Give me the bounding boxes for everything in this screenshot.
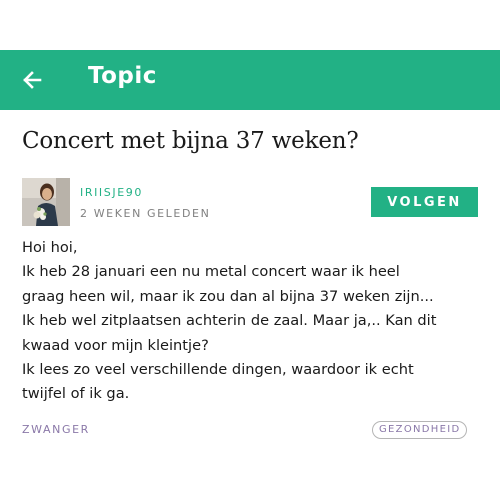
- category-link[interactable]: ZWANGER: [22, 423, 90, 436]
- topic-tag-badge[interactable]: GEZONDHEID: [372, 421, 468, 439]
- post-time: 2 WEKEN GELEDEN: [80, 207, 211, 220]
- app-header: Topic: [0, 50, 500, 110]
- post-line: Ik heb wel zitplaatsen achterin de zaal.…: [22, 312, 437, 330]
- avatar[interactable]: [22, 178, 70, 226]
- back-button[interactable]: [14, 62, 50, 98]
- post-line: graag heen wil, maar ik zou dan al bijna…: [22, 287, 434, 305]
- post-body: Hoi hoi, Ik heb 28 januari een nu metal …: [22, 236, 492, 407]
- post-line: kwaad voor mijn kleintje?: [22, 336, 209, 354]
- follow-button[interactable]: VOLGEN: [371, 187, 478, 217]
- avatar-photo: [22, 178, 70, 226]
- status-bar-area: [0, 0, 500, 50]
- post-line: Ik lees zo veel verschillende dingen, wa…: [22, 361, 414, 379]
- header-title: Topic: [88, 63, 157, 89]
- post-line: Hoi hoi,: [22, 239, 78, 256]
- author-name[interactable]: IRIISJE90: [80, 186, 143, 199]
- topic-title: Concert met bijna 37 weken?: [22, 128, 359, 154]
- post-line: twijfel of ik ga.: [22, 385, 130, 403]
- post-line: Ik heb 28 januari een nu metal concert w…: [22, 263, 400, 281]
- arrow-left-icon: [23, 71, 42, 89]
